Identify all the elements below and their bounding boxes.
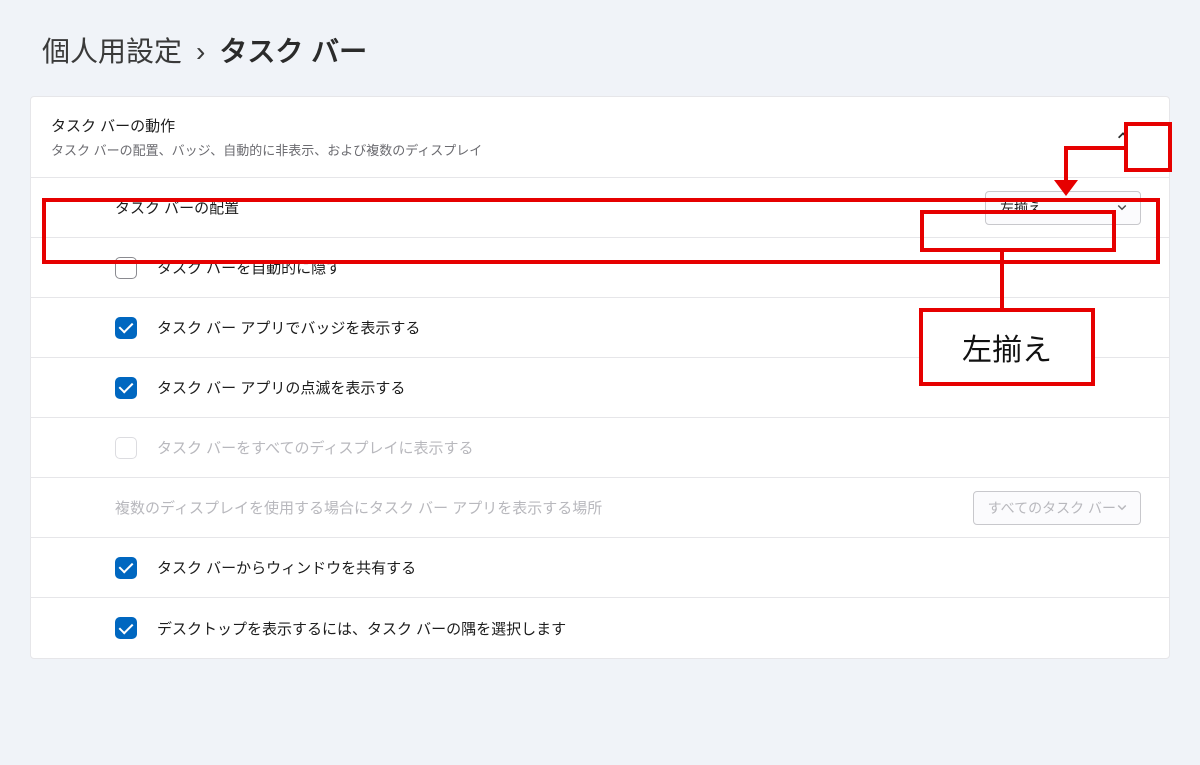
row-show-desktop[interactable]: デスクトップを表示するには、タスク バーの隅を選択します — [31, 598, 1169, 658]
breadcrumb-current: タスク バー — [219, 30, 367, 70]
alignment-label: タスク バーの配置 — [115, 197, 239, 218]
show-badges-label: タスク バー アプリでバッジを表示する — [157, 317, 420, 338]
multi-display-where-label: 複数のディスプレイを使用する場合にタスク バー アプリを表示する場所 — [115, 497, 602, 518]
taskbar-behaviors-panel: タスク バーの動作 タスク バーの配置、バッジ、自動的に非表示、および複数のディ… — [30, 96, 1170, 659]
section-description: タスク バーの配置、バッジ、自動的に非表示、および複数のディスプレイ — [51, 140, 482, 159]
row-share-window[interactable]: タスク バーからウィンドウを共有する — [31, 538, 1169, 598]
row-taskbar-alignment: タスク バーの配置 左揃え — [31, 178, 1169, 238]
row-auto-hide[interactable]: タスク バーを自動的に隠す — [31, 238, 1169, 298]
section-header[interactable]: タスク バーの動作 タスク バーの配置、バッジ、自動的に非表示、および複数のディ… — [31, 97, 1169, 178]
auto-hide-label: タスク バーを自動的に隠す — [157, 257, 341, 278]
show-badges-checkbox[interactable] — [115, 317, 137, 339]
show-desktop-checkbox[interactable] — [115, 617, 137, 639]
all-displays-label: タスク バーをすべてのディスプレイに表示する — [157, 437, 473, 458]
chevron-up-icon — [1116, 129, 1130, 146]
section-title: タスク バーの動作 — [51, 115, 482, 136]
auto-hide-checkbox[interactable] — [115, 257, 137, 279]
share-window-label: タスク バーからウィンドウを共有する — [157, 557, 416, 578]
collapse-button[interactable] — [1105, 119, 1141, 155]
multi-display-where-value: すべてのタスク バー — [988, 498, 1116, 518]
alignment-select[interactable]: 左揃え — [985, 191, 1141, 225]
breadcrumb-separator: › — [196, 36, 205, 68]
show-flash-label: タスク バー アプリの点滅を表示する — [157, 377, 405, 398]
row-multi-display-where: 複数のディスプレイを使用する場合にタスク バー アプリを表示する場所 すべてのタ… — [31, 478, 1169, 538]
chevron-down-icon — [1116, 200, 1128, 216]
all-displays-checkbox — [115, 437, 137, 459]
row-all-displays: タスク バーをすべてのディスプレイに表示する — [31, 418, 1169, 478]
show-flash-checkbox[interactable] — [115, 377, 137, 399]
row-show-badges[interactable]: タスク バー アプリでバッジを表示する — [31, 298, 1169, 358]
share-window-checkbox[interactable] — [115, 557, 137, 579]
multi-display-where-select: すべてのタスク バー — [973, 491, 1141, 525]
breadcrumb: 個人用設定 › タスク バー — [42, 30, 1170, 70]
alignment-select-value: 左揃え — [1000, 198, 1042, 218]
breadcrumb-parent[interactable]: 個人用設定 — [42, 30, 182, 70]
show-desktop-label: デスクトップを表示するには、タスク バーの隅を選択します — [157, 618, 566, 639]
row-show-flash[interactable]: タスク バー アプリの点滅を表示する — [31, 358, 1169, 418]
chevron-down-icon — [1116, 500, 1128, 516]
